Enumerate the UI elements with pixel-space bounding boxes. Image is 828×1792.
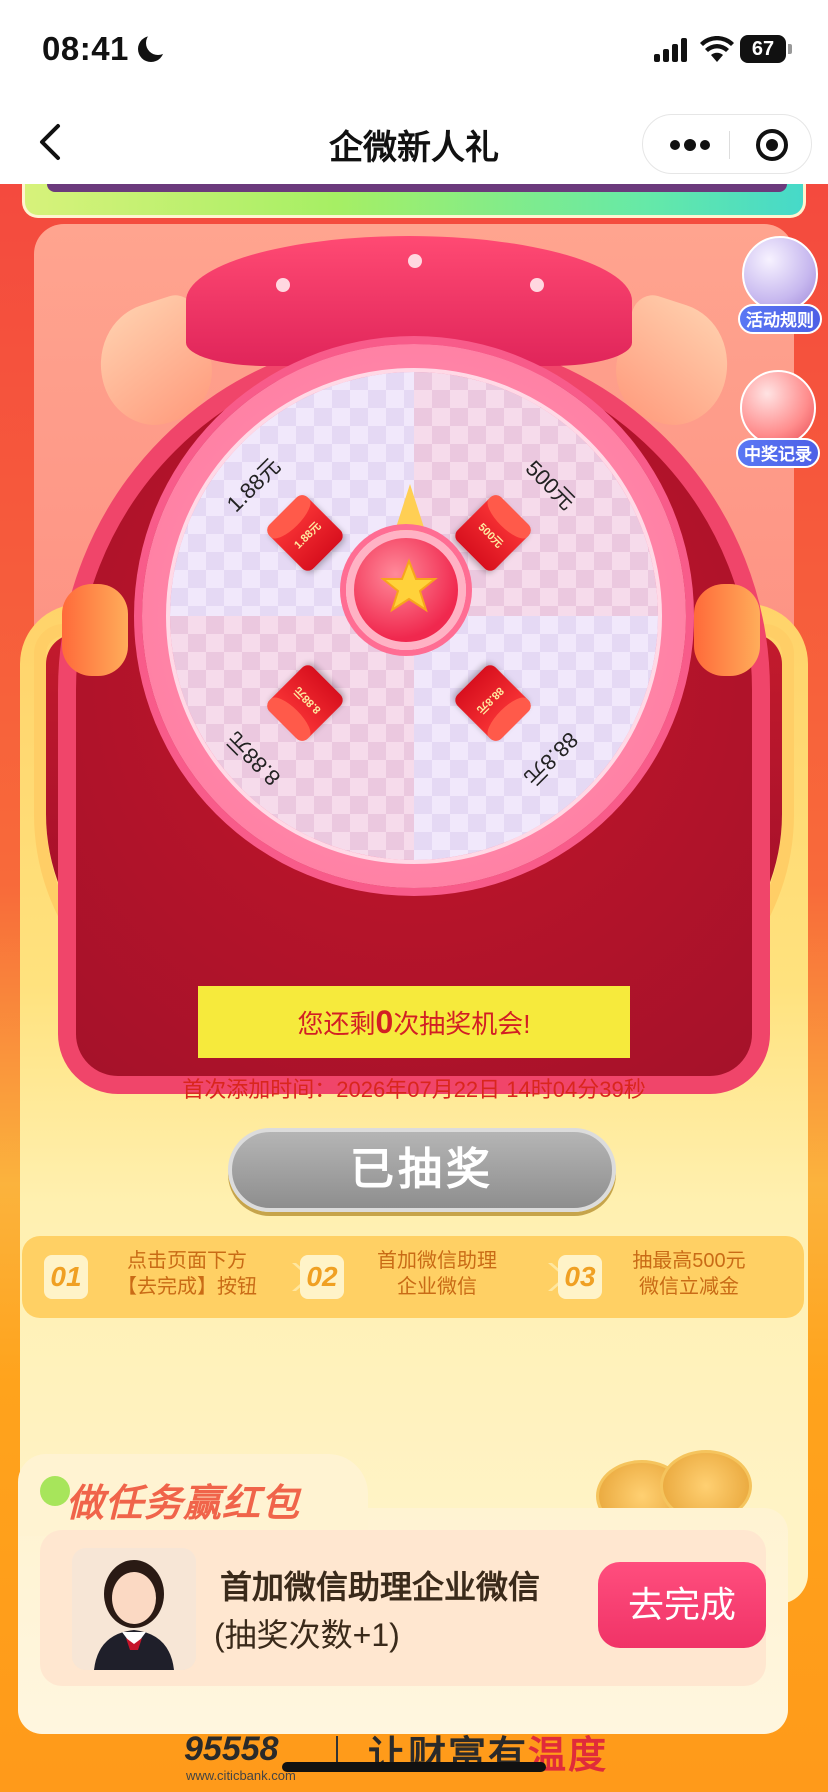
wheel-segment	[170, 616, 414, 860]
step-3: 03 抽最高500元 微信立减金	[550, 1236, 804, 1318]
first-added-time: 首次添加时间：2026年07月22日 14时04分39秒	[182, 1077, 646, 1102]
cap-light	[276, 278, 290, 292]
step-number: 02	[300, 1255, 344, 1299]
draw-button-disabled[interactable]: 已抽奖	[228, 1128, 616, 1212]
task-section-tab: 做任务赢红包	[18, 1454, 368, 1536]
prize-records-label: 中奖记录	[736, 438, 820, 468]
cellular-signal-icon	[654, 38, 690, 62]
remaining-chances-banner: 您还剩0次抽奖机会!	[198, 986, 630, 1058]
wheel-spin-hub[interactable]	[346, 530, 466, 650]
assistant-avatar	[72, 1548, 196, 1670]
task-section-title: 做任务赢红包	[66, 1483, 301, 1525]
bank-hotline: 95558	[184, 1730, 279, 1768]
step-text: 抽最高500元 微信立减金	[632, 1250, 746, 1298]
nav-bar: 企微新人礼	[0, 100, 828, 184]
task-title: 首加微信助理企业微信	[220, 1569, 541, 1605]
page-content: 1.88元 1.88元 500元 500元 8.88元 8.88元 88.8元 …	[0, 184, 828, 1792]
go-complete-button[interactable]: 去完成	[598, 1562, 766, 1648]
top-banner-strip	[22, 184, 806, 218]
right-handle	[694, 584, 760, 676]
cap-light	[408, 254, 422, 268]
left-handle	[62, 584, 128, 676]
star-icon	[380, 558, 438, 613]
activity-rules-button[interactable]: 活动规则	[738, 236, 822, 334]
assistant-avatar-image	[72, 1548, 196, 1670]
do-not-disturb-icon	[138, 31, 170, 62]
gift-box-icon	[740, 370, 816, 446]
wifi-icon	[700, 36, 734, 62]
capsule-divider	[729, 131, 730, 159]
step-text: 首加微信助理 企业微信	[377, 1250, 497, 1298]
home-indicator	[282, 1762, 546, 1772]
miniapp-capsule	[642, 114, 812, 174]
more-icon[interactable]	[665, 131, 715, 159]
battery-indicator: 67	[740, 35, 792, 63]
wheel-segment	[414, 616, 658, 860]
close-miniapp-icon[interactable]	[755, 128, 789, 162]
step-text: 点击页面下方 【去完成】按钮	[117, 1250, 257, 1298]
rules-icon	[742, 236, 818, 312]
activity-rules-label: 活动规则	[738, 304, 822, 334]
step-1: 01 点击页面下方 【去完成】按钮	[22, 1236, 282, 1318]
step-number: 03	[558, 1255, 602, 1299]
chances-count: 0	[375, 1004, 394, 1040]
step-number: 01	[44, 1255, 88, 1299]
task-subtitle: (抽奖次数+1)	[214, 1617, 400, 1653]
cap-light	[530, 278, 544, 292]
bank-url: www.citicbank.com	[186, 1768, 296, 1783]
prize-records-button[interactable]: 中奖记录	[736, 370, 820, 468]
chances-prefix: 您还剩	[297, 1009, 376, 1039]
steps-bar: 01 点击页面下方 【去完成】按钮 02 首加微信助理 企业微信 03 抽最高500…	[22, 1236, 804, 1318]
step-2: 02 首加微信助理 企业微信	[292, 1236, 552, 1318]
status-time: 08:41	[42, 30, 129, 67]
status-bar: 08:41 67	[0, 0, 828, 100]
chances-suffix: 次抽奖机会!	[393, 1009, 531, 1039]
